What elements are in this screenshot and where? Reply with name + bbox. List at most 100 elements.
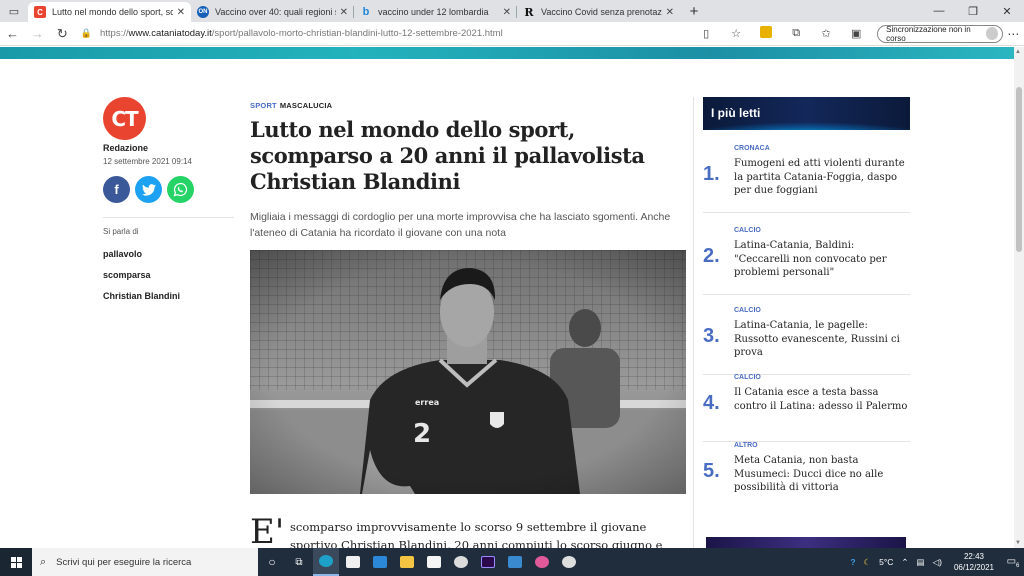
article-dropcap: E' (250, 512, 285, 548)
cataniatoday-logo[interactable]: CT (103, 97, 146, 140)
task-view-icon[interactable]: ⧉ (286, 548, 312, 576)
search-icon: ⌕ (40, 555, 47, 568)
most-read-item[interactable]: 3. CALCIO Latina-Catania, le pagelle: Ru… (703, 307, 910, 375)
profile-avatar-icon (986, 27, 998, 40)
sync-button[interactable]: Sincronizzazione non in corso (877, 24, 1003, 43)
browser-tab-1[interactable]: C Lutto nel mondo dello sport, scomparso… (28, 2, 191, 22)
paint-icon[interactable] (529, 548, 555, 576)
section-link[interactable]: SPORT (250, 101, 277, 110)
new-tab-icon[interactable]: + (680, 0, 708, 22)
rank-category[interactable]: CALCIO (734, 374, 761, 381)
restore-icon[interactable]: ❐ (956, 0, 990, 22)
temperature-label[interactable]: 5°C (875, 557, 897, 567)
sidebar-divider (693, 97, 694, 548)
rank-number: 4. (703, 392, 720, 414)
tab-actions-icon[interactable]: ▭ (0, 0, 28, 22)
scroll-up-icon[interactable]: ▲ (1015, 49, 1021, 55)
rank-title[interactable]: Il Catania esce a testa bassa contro il … (734, 386, 910, 413)
taskbar-search-placeholder: Scrivi qui per eseguire la ricerca (56, 556, 192, 568)
web-page: CT Redazione 12 settembre 2021 09:14 f S… (0, 47, 1014, 548)
close-tab-icon[interactable]: ✕ (177, 7, 185, 18)
minimize-icon[interactable]: — (922, 0, 956, 22)
photos-icon[interactable] (502, 548, 528, 576)
volume-icon[interactable]: ◁) (929, 557, 946, 568)
refresh-icon[interactable]: ↻ (50, 26, 75, 42)
app-icon[interactable] (448, 548, 474, 576)
lock-icon[interactable]: 🔒 (81, 28, 92, 39)
news-icon: ON (197, 6, 209, 18)
taskbar-search[interactable]: ⌕ Scrivi qui per eseguire la ricerca (32, 548, 258, 576)
rank-title[interactable]: Latina-Catania, le pagelle: Russotto eva… (734, 319, 910, 360)
show-hidden-icon[interactable]: ⌃ (897, 557, 912, 568)
article-kicker: SPORT MASCALUCIA (250, 101, 332, 110)
sidebar-ad-image[interactable] (706, 537, 906, 548)
rank-title[interactable]: Fumogeni ed atti violenti durante la par… (734, 157, 910, 198)
tag-link[interactable]: pallavolo (103, 249, 142, 259)
close-tab-icon[interactable]: ✕ (503, 7, 511, 18)
rank-category[interactable]: CALCIO (734, 307, 761, 314)
notification-center-icon[interactable]: ▭6 (1002, 556, 1024, 569)
network-icon[interactable]: ▤ (913, 557, 929, 568)
rank-category[interactable]: CALCIO (734, 227, 761, 234)
rank-title[interactable]: Meta Catania, non basta Musumeci: Ducci … (734, 454, 910, 495)
extension-icon[interactable] (751, 26, 781, 41)
amazon-icon[interactable] (421, 548, 447, 576)
tab-title: vaccino under 12 lombardia (378, 7, 489, 17)
favorites-icon[interactable]: ✩ (811, 27, 841, 40)
browser-tab-4[interactable]: R Vaccino Covid senza prenotazione ✕ (517, 2, 680, 22)
article-photo[interactable]: 2 errea (250, 250, 686, 494)
location-link[interactable]: MASCALUCIA (280, 101, 332, 110)
facebook-share-icon[interactable]: f (103, 176, 130, 203)
scroll-down-icon[interactable]: ▼ (1015, 540, 1021, 546)
whatsapp-share-icon[interactable] (167, 176, 194, 203)
rank-number: 1. (703, 163, 720, 185)
rank-category[interactable]: CRONACA (734, 145, 770, 152)
reader-view-icon[interactable]: ▯ (691, 27, 721, 40)
address-bar[interactable]: 🔒 https://www.cataniatoday.it/sport/pall… (81, 24, 579, 44)
system-tray: ? ☾ 5°C ⌃ ▤ ◁) 22:43 06/12/2021 ▭6 (846, 548, 1024, 576)
tag-link[interactable]: Christian Blandini (103, 291, 180, 301)
close-window-icon[interactable]: ✕ (990, 0, 1024, 22)
taskbar-clock[interactable]: 22:43 06/12/2021 (946, 551, 1002, 573)
collections-icon[interactable]: ▣ (841, 27, 871, 40)
premiere-icon[interactable] (475, 548, 501, 576)
windows-logo-icon (10, 556, 22, 568)
rank-title[interactable]: Latina-Catania, Baldini: "Ceccarelli non… (734, 239, 910, 280)
extensions-puzzle-icon[interactable]: ⧉ (781, 27, 811, 40)
edge-icon[interactable] (313, 548, 339, 576)
tab-title: Vaccino over 40: quali regioni sono (215, 7, 336, 17)
start-button[interactable] (0, 548, 32, 576)
twitter-share-icon[interactable] (135, 176, 162, 203)
most-read-item[interactable]: 1. CRONACA Fumogeni ed atti violenti dur… (703, 145, 910, 213)
weather-moon-icon[interactable]: ☾ (860, 557, 876, 568)
store-icon[interactable] (340, 548, 366, 576)
most-read-item[interactable]: 5. ALTRO Meta Catania, non basta Musumec… (703, 442, 910, 510)
url-host: www.cataniatoday.it (128, 28, 212, 39)
most-read-item[interactable]: 2. CALCIO Latina-Catania, Baldini: "Cecc… (703, 227, 910, 295)
file-explorer-icon[interactable] (394, 548, 420, 576)
author-name[interactable]: Redazione (103, 143, 148, 153)
cortana-icon[interactable]: ○ (259, 548, 285, 576)
rank-number: 5. (703, 460, 720, 482)
chrome-icon[interactable] (556, 548, 582, 576)
publish-date: 12 settembre 2021 09:14 (103, 157, 192, 166)
close-tab-icon[interactable]: ✕ (666, 7, 674, 18)
forward-icon[interactable]: → (25, 26, 50, 41)
citynews-icon: C (34, 6, 46, 18)
browser-tab-2[interactable]: ON Vaccino over 40: quali regioni sono ✕ (191, 2, 354, 22)
browser-tab-3[interactable]: b vaccino under 12 lombardia ✕ (354, 2, 517, 22)
help-icon[interactable]: ? (846, 557, 859, 567)
tab-title: Vaccino Covid senza prenotazione (541, 7, 662, 17)
close-tab-icon[interactable]: ✕ (340, 7, 348, 18)
scrollbar-thumb[interactable] (1016, 87, 1022, 252)
rank-category[interactable]: ALTRO (734, 442, 758, 449)
vertical-scrollbar[interactable]: ▲ ▼ (1014, 47, 1024, 548)
notification-count: 6 (1016, 562, 1020, 569)
favorite-star-icon[interactable]: ☆ (721, 27, 751, 40)
mail-icon[interactable] (367, 548, 393, 576)
more-options-icon[interactable]: ⋯ (1003, 27, 1024, 41)
article-body: scomparso improvvisamente lo scorso 9 se… (290, 520, 663, 548)
back-icon[interactable]: ← (0, 26, 25, 41)
tag-link[interactable]: scomparsa (103, 270, 151, 280)
most-read-item[interactable]: 4. CALCIO Il Catania esce a testa bassa … (703, 374, 910, 442)
